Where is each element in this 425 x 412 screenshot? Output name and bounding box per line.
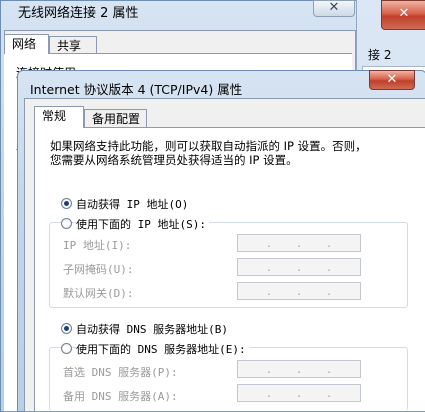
- close-icon: ✕: [398, 6, 410, 21]
- ip-manual-radio[interactable]: [61, 218, 72, 229]
- ip-manual-label[interactable]: 使用下面的 IP 地址(S):: [76, 216, 209, 232]
- back-tab-sharing[interactable]: 共享: [49, 36, 97, 54]
- ipv4-dialog-title: Internet 协议版本 4 (TCP/IPv4) 属性: [30, 82, 243, 97]
- subnet-mask-input[interactable]: ...: [237, 258, 361, 276]
- dns-manual-label[interactable]: 使用下面的 DNS 服务器地址(E):: [76, 341, 249, 357]
- tab-alternate-config[interactable]: 备用配置: [84, 109, 147, 128]
- dns-auto-radio[interactable]: [61, 323, 72, 334]
- close-icon: ✕: [386, 72, 398, 87]
- ip-auto-radio[interactable]: [61, 198, 72, 209]
- description-line-1: 如果网络支持此功能，则可以获取自动指派的 IP 设置。否则，: [50, 139, 367, 153]
- alternate-dns-label: 备用 DNS 服务器(A):: [63, 390, 178, 403]
- default-gateway-label: 默认网关(D):: [63, 287, 134, 300]
- alternate-dns-input[interactable]: ...: [237, 384, 361, 402]
- dns-auto-label[interactable]: 自动获得 DNS 服务器地址(B): [76, 321, 228, 337]
- back-window-title: 无线网络连接 2 属性: [18, 6, 139, 21]
- default-gateway-input[interactable]: ...: [237, 282, 361, 300]
- ipv4-dialog-close-button[interactable]: ✕: [369, 70, 415, 90]
- tab-general[interactable]: 常规: [34, 106, 84, 128]
- subnet-mask-label: 子网掩码(U):: [63, 263, 134, 276]
- back-tab-network[interactable]: 网络: [4, 34, 49, 54]
- right-window-close-button[interactable]: ✕: [381, 0, 425, 30]
- right-window-label: 接 2: [368, 48, 392, 62]
- back-window-close-button[interactable]: ✕: [313, 0, 355, 17]
- dns-manual-radio[interactable]: [61, 343, 72, 354]
- description-line-2: 您需要从网络系统管理员处获得适当的 IP 设置。: [50, 153, 298, 167]
- preferred-dns-label: 首选 DNS 服务器(P):: [63, 366, 178, 379]
- preferred-dns-input[interactable]: ...: [237, 360, 361, 378]
- ip-address-label: IP 地址(I):: [63, 239, 132, 252]
- close-icon: ✕: [328, 0, 340, 15]
- ip-auto-label[interactable]: 自动获得 IP 地址(O): [76, 196, 188, 212]
- ip-address-input[interactable]: ...: [237, 234, 361, 252]
